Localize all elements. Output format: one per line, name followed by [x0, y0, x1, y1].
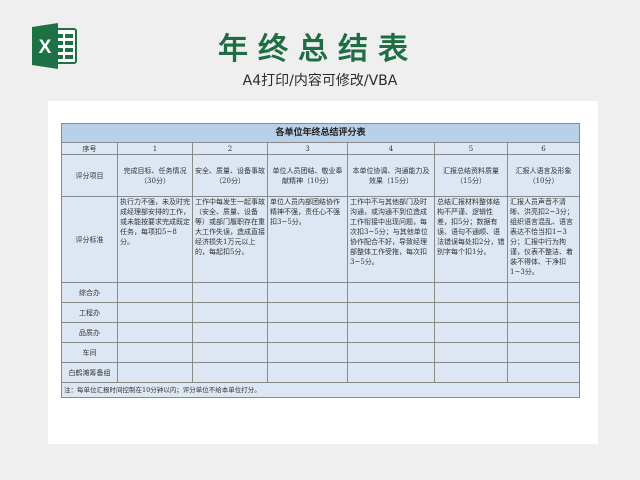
score-cell[interactable] — [267, 342, 348, 363]
evaluation-table: 各单位年终总结评分表 序号 1 2 3 4 5 6 评分项目 完成目标、任务情况… — [60, 123, 581, 398]
row-label-items: 评分项目 — [61, 154, 118, 197]
score-cell[interactable] — [267, 302, 348, 323]
score-cell[interactable] — [434, 342, 508, 363]
column-number: 6 — [506, 142, 581, 155]
scoring-standard: 执行力不强，未及时完成经理部安排的工作，或未能按要求完成既定任务，每项扣5~8分… — [117, 196, 193, 283]
excel-logo-letter: X — [39, 37, 52, 58]
score-cell[interactable] — [117, 302, 193, 323]
scoring-standard: 总结汇报材料整体结构不严谨、逻辑性差，扣5分；数据有误、语句不通顺、语法错误每处… — [434, 196, 508, 283]
score-cell[interactable] — [192, 342, 268, 363]
column-number: 4 — [347, 142, 435, 155]
score-cell[interactable] — [434, 282, 508, 303]
scoring-item: 汇报总结资料质量（15分） — [434, 154, 508, 197]
score-cell[interactable] — [192, 322, 268, 343]
column-number: 3 — [267, 142, 348, 155]
score-cell[interactable] — [347, 282, 435, 303]
scoring-item: 安全、质量、设备事故（20分） — [192, 154, 268, 197]
row-label-standards: 评分标准 — [61, 196, 118, 283]
score-cell[interactable] — [506, 342, 581, 363]
score-cell[interactable] — [506, 362, 581, 383]
department-label: 品质办 — [61, 322, 118, 343]
table-note: 注：每单位汇报时间控制在10分钟以内；评分单位不给本单位打分。 — [60, 382, 581, 398]
score-cell[interactable] — [117, 362, 193, 383]
score-cell[interactable] — [117, 342, 193, 363]
page-subtitle: A4打印/内容可修改/VBA — [242, 73, 398, 89]
score-cell[interactable] — [434, 362, 508, 383]
scoring-item: 汇报人语言及形象（10分） — [506, 154, 581, 197]
score-cell[interactable] — [347, 362, 435, 383]
score-cell[interactable] — [267, 322, 348, 343]
score-cell[interactable] — [347, 342, 435, 363]
score-cell[interactable] — [434, 302, 508, 323]
scoring-item: 完成目标、任务情况（30分） — [117, 154, 193, 197]
spreadsheet-preview: 各单位年终总结评分表 序号 1 2 3 4 5 6 评分项目 完成目标、任务情况… — [48, 101, 598, 444]
department-label: 综合办 — [61, 282, 118, 303]
score-cell[interactable] — [117, 282, 193, 303]
column-number: 5 — [434, 142, 508, 155]
page-title: 年终总结表 — [218, 32, 418, 67]
score-cell[interactable] — [434, 322, 508, 343]
score-cell[interactable] — [506, 302, 581, 323]
excel-logo-icon: X — [32, 23, 77, 69]
score-cell[interactable] — [192, 362, 268, 383]
scoring-item: 单位人员团结、敬业奉献精神（10分） — [267, 154, 348, 197]
score-cell[interactable] — [506, 322, 581, 343]
score-cell[interactable] — [267, 362, 348, 383]
department-label: 车间 — [61, 342, 118, 363]
scoring-standard: 工作中每发生一起事故（安全、质量、设备等）或部门履职存在重大工作失误，造成直接经… — [192, 196, 268, 283]
scoring-standard: 工作中不与其他部门及时沟通，或沟通不到位造成工作衔接中出现问题，每次扣3~5分；… — [347, 196, 435, 283]
scoring-item: 本单位协调、沟通能力及效果（15分） — [347, 154, 435, 197]
score-cell[interactable] — [347, 322, 435, 343]
score-cell[interactable] — [192, 282, 268, 303]
score-cell[interactable] — [192, 302, 268, 323]
score-cell[interactable] — [347, 302, 435, 323]
score-cell[interactable] — [506, 282, 581, 303]
column-number: 2 — [192, 142, 268, 155]
column-number: 1 — [117, 142, 193, 155]
row-label-number: 序号 — [61, 142, 118, 155]
table-title: 各单位年终总结评分表 — [60, 123, 581, 143]
score-cell[interactable] — [117, 322, 193, 343]
scoring-standard: 单位人员内部团结协作精神不强，责任心不强扣3~5分。 — [267, 196, 348, 283]
score-cell[interactable] — [267, 282, 348, 303]
department-label: 白鹤滩筹备组 — [61, 362, 118, 383]
scoring-standard: 汇报人员声音不清晰、洪亮扣2~3分；组织语言混乱、语言表达不恰当扣1~3分；汇报… — [506, 196, 581, 283]
department-label: 工程办 — [61, 302, 118, 323]
